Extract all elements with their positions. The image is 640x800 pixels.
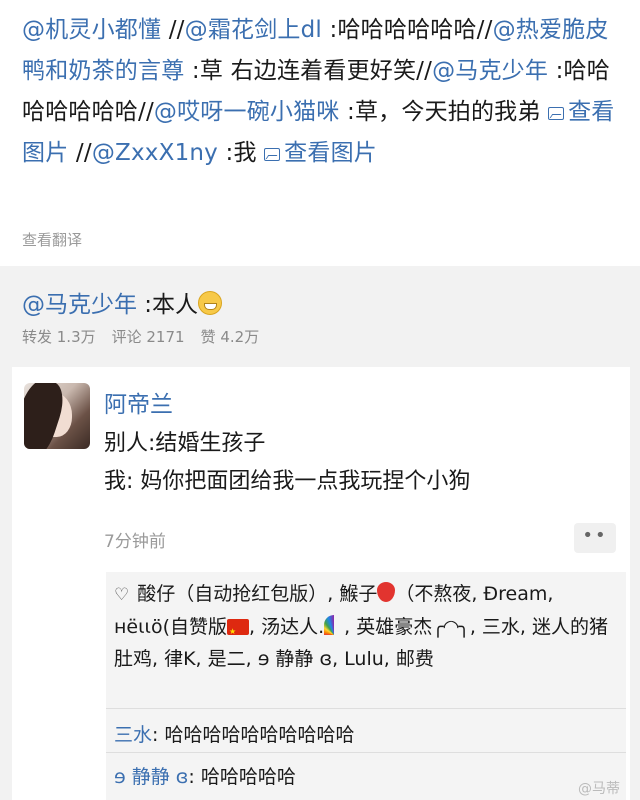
comment-body: 别人:结婚生孩子 我: 妈你把面团给我一点我玩捏个小狗 [104,425,470,501]
chain-text: :草，今天拍的我弟 [339,99,549,125]
commenter-name[interactable]: 阿帝兰 [104,385,173,419]
chain-separator: // [68,140,92,166]
original-author[interactable]: @马克少年 [22,292,137,318]
mention-user-5[interactable]: @哎呀一碗小猫咪 [154,99,340,125]
mention-user-2[interactable]: @霜花剑上dl [185,17,322,43]
likes-and-replies: ♡酸仔（自动抢红包版）, 鯸子（不熬夜, Đream, нёιιö(自赞版, 汤… [106,572,626,800]
original-text: :本人 [137,292,199,318]
avatar[interactable] [24,383,90,449]
reply-text: : 哈哈哈哈哈 [188,766,296,788]
mention-user-1[interactable]: @机灵小都懂 [22,17,161,43]
grin-emoji-icon [198,291,223,315]
comment-count[interactable]: 评论 2171 [112,328,185,346]
reply-user[interactable]: ɘ 静静 ɞ [114,766,188,788]
comment-card: 阿帝兰 别人:结婚生孩子 我: 妈你把面团给我一点我玩捏个小狗 7分钟前 •• … [12,367,630,800]
liked-by-names: , 英雄豪杰 [344,616,433,638]
comment-line: 别人:结婚生孩子 [104,431,266,456]
like-count[interactable]: 赞 4.2万 [201,328,260,346]
more-options-button[interactable]: •• [574,523,616,553]
mention-user-6[interactable]: @ZxxX1ny [92,140,218,166]
chain-separator: // [161,17,185,43]
reply-item[interactable]: ɘ 静静 ɞ: 哈哈哈哈哈 [114,762,296,789]
rainbow-emoji-icon [324,615,345,635]
reply-user[interactable]: 三水 [114,724,152,746]
divider [106,708,626,709]
image-icon [264,148,281,161]
heart-icon: ♡ [114,585,130,605]
chain-text: :草 右边连着看更好笑// [184,58,433,84]
kaomoji: ╭◜◝╮ [432,616,470,638]
liked-by-list: ♡酸仔（自动抢红包版）, 鯸子（不熬夜, Đream, нёιιö(自赞版, 汤… [114,578,614,675]
post-stats: 转发 1.3万 评论 2171 赞 4.2万 [22,326,275,347]
reply-text: : 哈哈哈哈哈哈哈哈哈哈 [152,724,355,746]
chain-text: :我 [218,140,265,166]
strawberry-emoji-icon [377,582,396,602]
watermark: @马蒂 [578,781,620,797]
china-flag-emoji-icon [227,616,250,648]
original-post-text: @马克少年 :本人 [22,285,223,319]
image-icon [548,107,565,120]
reply-item[interactable]: 三水: 哈哈哈哈哈哈哈哈哈哈 [114,720,354,747]
mention-user-4[interactable]: @马克少年 [432,58,548,84]
translate-link[interactable]: 查看翻译 [22,229,82,250]
comment-timestamp: 7分钟前 [104,532,166,552]
view-image-link[interactable]: 查看图片 [264,140,377,166]
liked-by-names: , 汤达人. [249,616,325,638]
liked-by-names: 酸仔（自动抢红包版）, 鯸子 [137,583,378,605]
comment-line: 我: 妈你把面团给我一点我玩捏个小狗 [104,469,471,494]
divider [106,752,626,753]
chain-text: :哈哈哈哈哈哈// [322,17,493,43]
repost-count[interactable]: 转发 1.3万 [22,328,96,346]
repost-chain: @机灵小都懂 //@霜花剑上dl :哈哈哈哈哈哈//@热爱脆皮鸭和奶茶的言尊 :… [22,10,627,174]
